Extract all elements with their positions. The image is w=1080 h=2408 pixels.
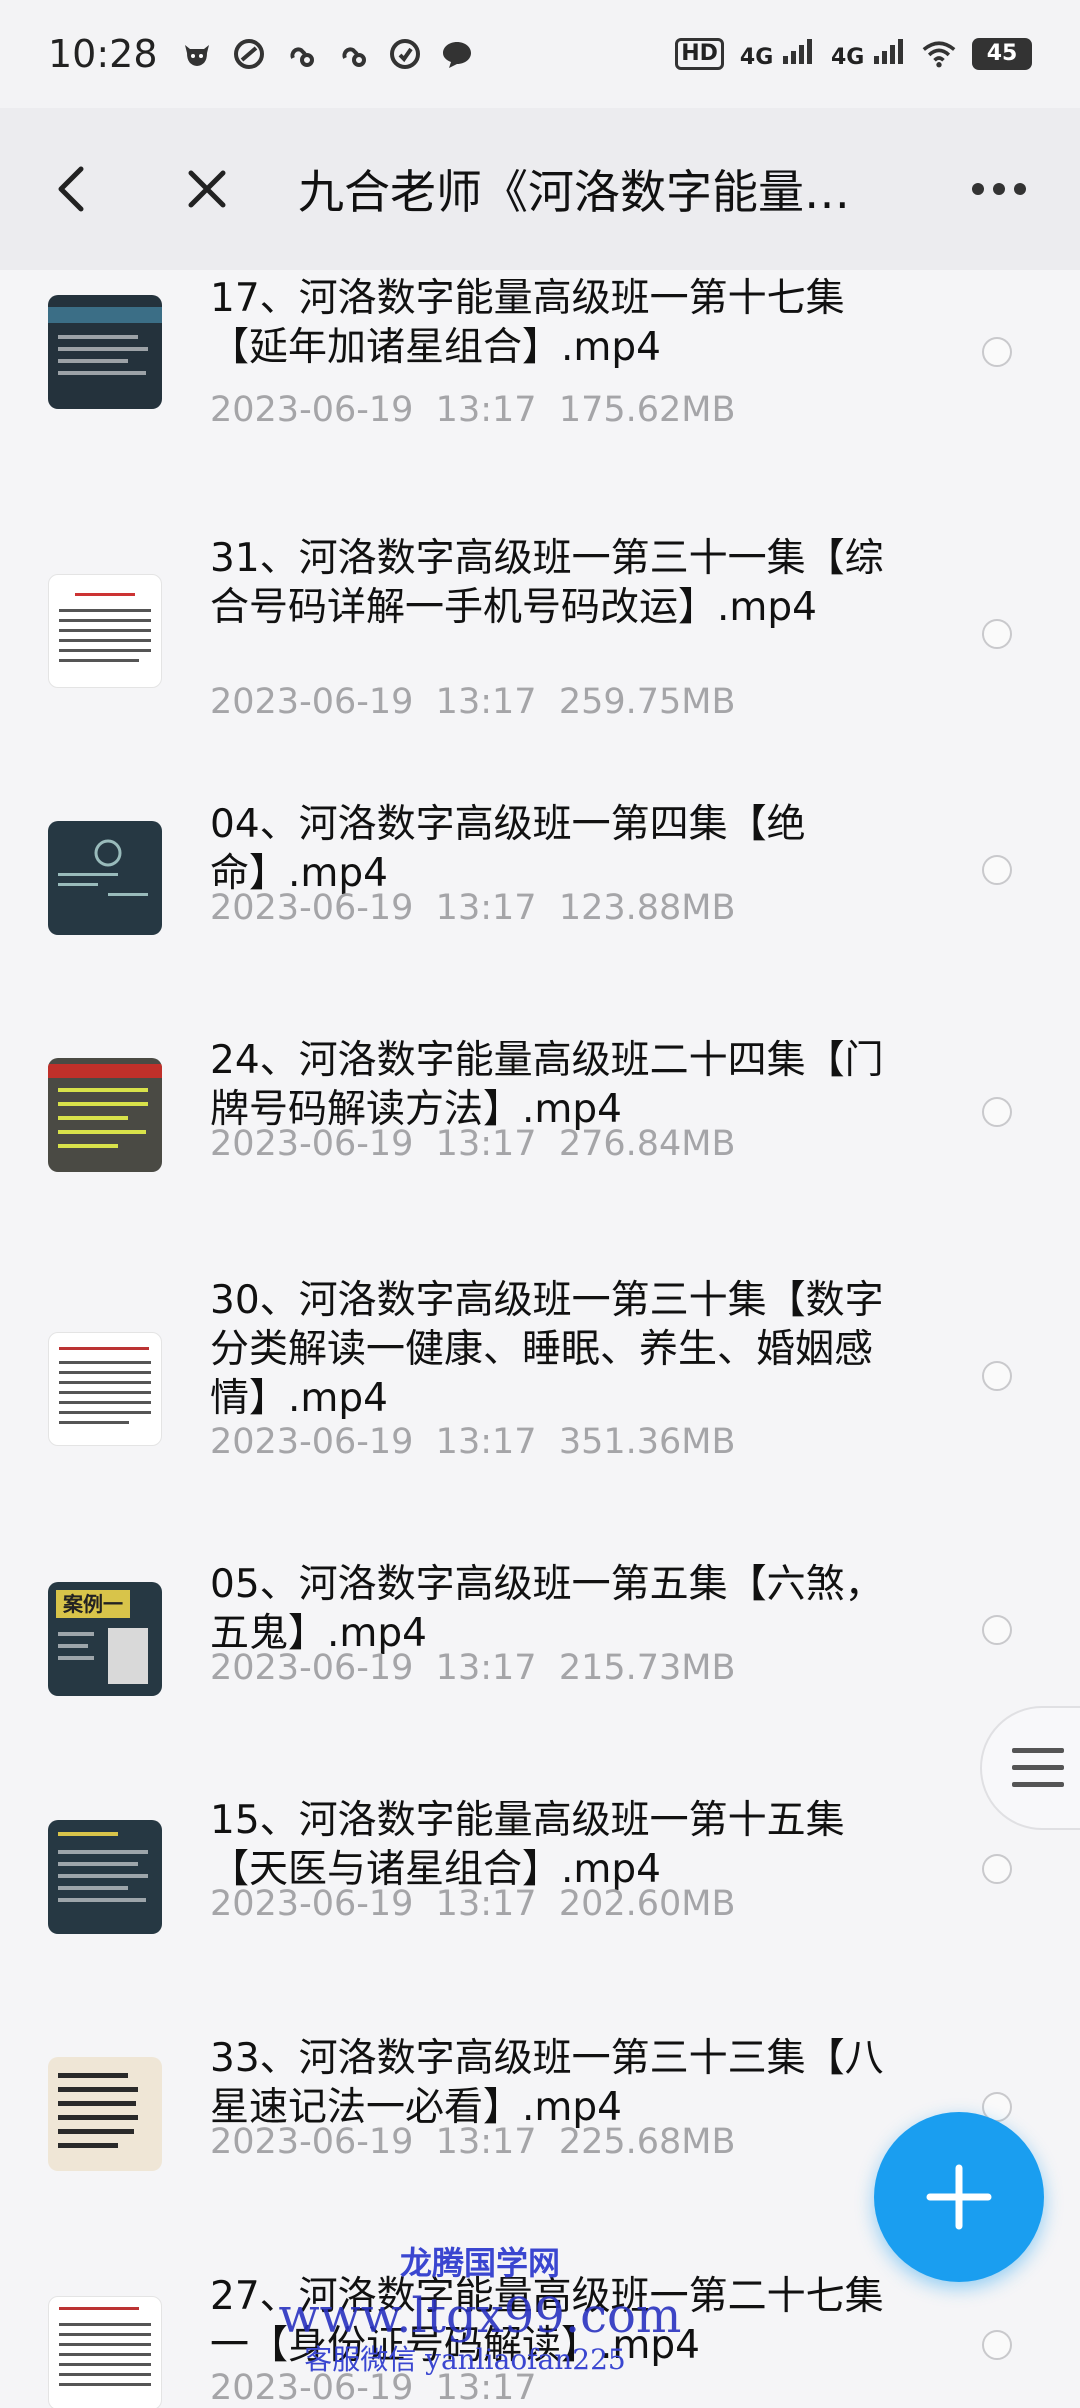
- cow-app-icon: [180, 37, 214, 71]
- signal-icon: 4G: [831, 38, 906, 70]
- file-meta: 2023-06-19 13:17 351.36MB: [210, 1422, 736, 1462]
- add-button[interactable]: [874, 2112, 1044, 2282]
- video-thumbnail: [48, 2057, 162, 2171]
- file-title: 30、河洛数字高级班一第三十集【数字分类解读一健康、睡眠、养生、婚姻感情】.mp…: [210, 1278, 884, 1421]
- file-title: 27、河洛数字能量高级班一第二十七集一【身份证号码解读】.mp4: [210, 2274, 884, 2368]
- file-list: 17、河洛数字能量高级班一第十七集【延年加诸星组合】.mp4 2023-06-1…: [0, 270, 1080, 2408]
- nav-bar: 九合老师《河洛数字能量…: [0, 108, 1080, 270]
- video-thumbnail: [48, 295, 162, 409]
- video-thumbnail: [48, 1058, 162, 1172]
- video-thumbnail: [48, 574, 162, 688]
- close-icon: [188, 170, 226, 208]
- plus-icon: [926, 2164, 992, 2230]
- file-title: 17、河洛数字能量高级班一第十七集【延年加诸星组合】.mp4: [210, 276, 845, 370]
- link-icon: [284, 37, 318, 71]
- hd-icon: HD: [675, 38, 724, 70]
- more-icon: [972, 183, 1026, 195]
- select-radio[interactable]: [982, 1854, 1012, 1884]
- system-icons: HD 4G 4G 45: [675, 37, 1032, 71]
- file-meta: 2023-06-19 13:17 202.60MB: [210, 1884, 736, 1924]
- compass-icon: [388, 37, 422, 71]
- wifi-icon: [922, 37, 956, 71]
- chevron-left-icon: [58, 166, 84, 212]
- signal-icon: 4G: [740, 38, 815, 70]
- more-button[interactable]: [964, 154, 1034, 224]
- back-button[interactable]: [36, 154, 106, 224]
- network-type-label: 4G: [739, 45, 774, 70]
- file-title: 24、河洛数字能量高级班二十四集【门牌号码解读方法】.mp4: [210, 1038, 884, 1132]
- video-thumbnail: [48, 821, 162, 935]
- video-thumbnail: [48, 2296, 162, 2408]
- chat-bubble-icon: [440, 37, 474, 71]
- close-button[interactable]: [172, 154, 242, 224]
- file-meta: 2023-06-19 13:17 225.68MB: [210, 2122, 736, 2162]
- file-meta: 2023-06-19 13:17 123.88MB: [210, 888, 736, 928]
- select-radio[interactable]: [982, 619, 1012, 649]
- video-thumbnail: [48, 1332, 162, 1446]
- menu-icon: [1012, 1748, 1064, 1787]
- file-title: 15、河洛数字能量高级班一第十五集【天医与诸星组合】.mp4: [210, 1798, 845, 1892]
- file-meta: 2023-06-19 13:17: [210, 2368, 537, 2408]
- select-radio[interactable]: [982, 2330, 1012, 2360]
- battery-icon: 45: [972, 38, 1032, 70]
- video-thumbnail: 案例一: [48, 1582, 162, 1696]
- file-title: 31、河洛数字高级班一第三十一集【综合号码详解一手机号码改运】.mp4: [210, 536, 884, 630]
- select-radio[interactable]: [982, 1615, 1012, 1645]
- link-icon: [336, 37, 370, 71]
- file-title: 05、河洛数字高级班一第五集【六煞，五鬼】.mp4: [210, 1562, 884, 1656]
- select-radio[interactable]: [982, 337, 1012, 367]
- select-radio[interactable]: [982, 1097, 1012, 1127]
- video-thumbnail: [48, 1820, 162, 1934]
- file-meta: 2023-06-19 13:17 215.73MB: [210, 1648, 736, 1688]
- status-bar: 10:28 HD 4G 4G 45: [0, 0, 1080, 108]
- circle-app-icon: [232, 37, 266, 71]
- select-radio[interactable]: [982, 1361, 1012, 1391]
- file-meta: 2023-06-19 13:17 259.75MB: [210, 682, 736, 722]
- notification-icons: [180, 37, 474, 71]
- file-title: 33、河洛数字高级班一第三十三集【八星速记法一必看】.mp4: [210, 2036, 884, 2130]
- file-meta: 2023-06-19 13:17 276.84MB: [210, 1124, 736, 1164]
- file-meta: 2023-06-19 13:17 175.62MB: [210, 390, 736, 430]
- page-title: 九合老师《河洛数字能量…: [298, 165, 850, 219]
- status-time: 10:28: [48, 32, 158, 76]
- file-title: 04、河洛数字高级班一第四集【绝命】.mp4: [210, 802, 806, 896]
- network-type-label: 4G: [830, 45, 865, 70]
- select-radio[interactable]: [982, 855, 1012, 885]
